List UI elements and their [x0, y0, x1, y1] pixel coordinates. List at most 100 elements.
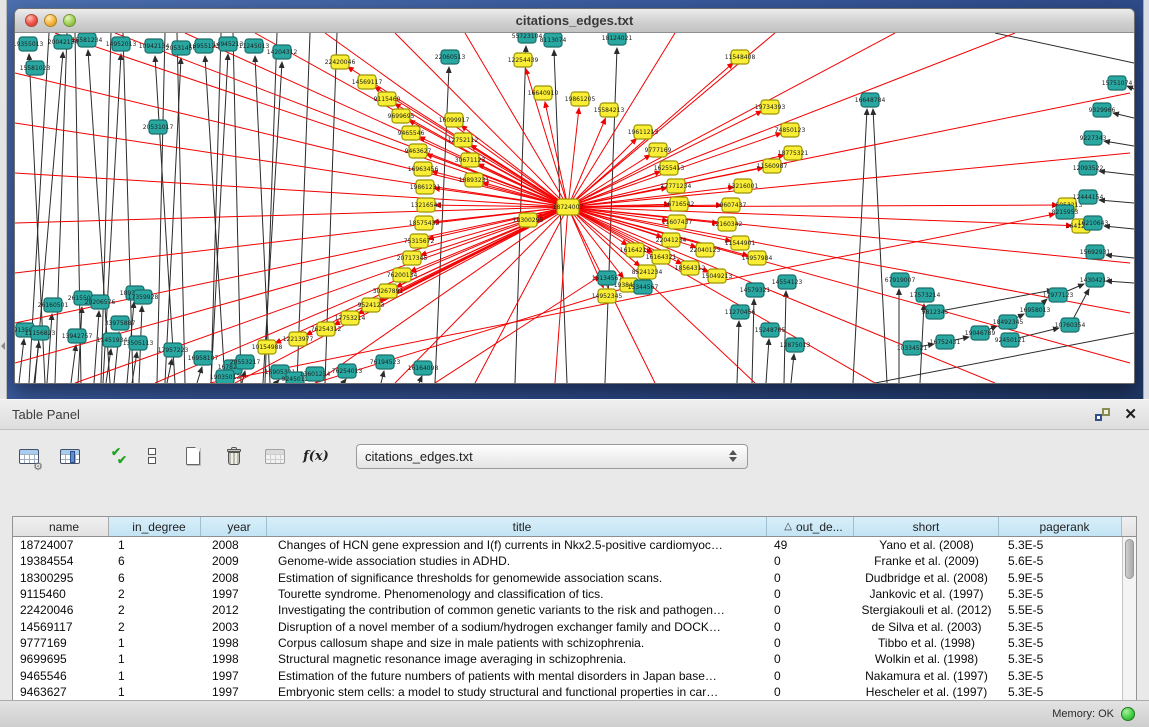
table-row[interactable]: 977716911998Corpus callosum shape and si…	[13, 635, 1136, 651]
graph-node[interactable]: 9329966	[1089, 103, 1116, 117]
table-row[interactable]: 1456911722003Disruption of a novel membe…	[13, 618, 1136, 634]
function-icon[interactable]: f(x)	[301, 441, 331, 471]
graph-node[interactable]: 17771234	[661, 179, 692, 193]
graph-node[interactable]: 15692931	[1080, 245, 1111, 259]
trash-icon[interactable]	[219, 441, 249, 471]
graph-node[interactable]: 15751074	[1102, 76, 1133, 90]
graph-node[interactable]: 9227343	[1080, 131, 1107, 145]
graph-node[interactable]: 16099917	[439, 113, 470, 127]
graph-node[interactable]: 11245013	[239, 39, 270, 53]
table-column-icon[interactable]	[55, 441, 85, 471]
float-panel-icon[interactable]	[1095, 408, 1110, 421]
graph-node[interactable]: 8215953	[1052, 205, 1079, 219]
graph-node[interactable]: 16963456	[408, 162, 439, 176]
close-window-button[interactable]	[25, 14, 38, 27]
column-header-name[interactable]: name	[13, 517, 109, 536]
graph-node[interactable]: 14569117	[352, 75, 383, 89]
graph-node[interactable]: 17573214	[910, 288, 941, 302]
graph-node[interactable]: 14579321	[740, 283, 771, 297]
graph-node[interactable]: 16958013	[1020, 303, 1051, 317]
table-row[interactable]: 1938455462009Genome-wide association stu…	[13, 553, 1136, 569]
graph-node[interactable]: 10760354	[1055, 318, 1086, 332]
graph-node[interactable]: 19611213	[628, 125, 659, 139]
stacked-boxes-icon[interactable]	[137, 441, 167, 471]
table-row[interactable]: 2242004622012Investigating the contribut…	[13, 602, 1136, 618]
graph-node[interactable]: 22040123	[690, 243, 721, 257]
table-row[interactable]: 946362711997Embryonic stem cells: a mode…	[13, 684, 1136, 700]
column-header-title[interactable]: title	[267, 517, 767, 536]
graph-node[interactable]: 18124021	[602, 33, 633, 45]
table-gear-icon[interactable]: ⚙	[14, 441, 44, 471]
graph-node[interactable]: 67919007	[885, 273, 916, 287]
graph-node[interactable]: 16640910	[528, 86, 559, 100]
graph-node[interactable]: 16164098	[408, 361, 439, 375]
graph-node[interactable]: 12254439	[508, 53, 539, 67]
graph-node[interactable]: 9463627	[405, 144, 432, 158]
scrollbar-thumb[interactable]	[1125, 539, 1134, 579]
column-header-year[interactable]: year	[201, 517, 267, 536]
graph-node[interactable]: 20531017	[143, 120, 174, 134]
graph-node[interactable]: 8113074	[540, 33, 567, 47]
graph-node[interactable]: 19861231	[410, 180, 441, 194]
close-panel-icon[interactable]: ✕	[1124, 407, 1137, 422]
graph-node[interactable]: 16164321	[646, 250, 677, 264]
collapse-arrow-icon[interactable]	[1, 342, 5, 350]
graph-node[interactable]: 12093522	[1073, 161, 1104, 175]
graph-node[interactable]: 18775321	[778, 146, 809, 160]
graph-node[interactable]: 16958107	[188, 351, 219, 365]
column-header-in_degree[interactable]: in_degree	[109, 517, 201, 536]
left-panel-edge[interactable]	[0, 0, 7, 399]
graph-node[interactable]: 76254013	[332, 364, 363, 378]
column-header-out_degree[interactable]: △out_de...	[767, 517, 854, 536]
table-row[interactable]: 911546021997Tourette syndrome. Phenomeno…	[13, 586, 1136, 602]
table-row[interactable]: 1830029562008Estimation of significance …	[13, 570, 1136, 586]
graph-node[interactable]: 20717345	[397, 251, 428, 265]
graph-node[interactable]: 19861205	[565, 92, 596, 106]
graph-node[interactable]: 14952345	[592, 289, 623, 303]
graph-node[interactable]: 19355013	[15, 37, 43, 51]
graph-node[interactable]: 15584213	[594, 103, 625, 117]
network-canvas[interactable]: 1830029522420046145691179115460969969594…	[15, 33, 1134, 383]
graph-node[interactable]: 16648784	[855, 93, 886, 107]
table-selector-dropdown[interactable]: citations_edges.txt	[356, 444, 748, 469]
right-panel-edge[interactable]	[1143, 0, 1149, 399]
window-titlebar[interactable]: citations_edges.txt	[15, 9, 1134, 33]
select-checks-icon[interactable]: ✔✔	[96, 441, 126, 471]
graph-node[interactable]: 16716542	[664, 197, 695, 211]
graph-node[interactable]: 12160342	[712, 217, 743, 231]
table-row[interactable]: 969969511998Structural magnetic resonanc…	[13, 651, 1136, 667]
graph-node[interactable]: 14554123	[772, 275, 803, 289]
graph-node[interactable]: 13505113	[123, 336, 154, 350]
graph-node[interactable]: 14204312	[267, 45, 298, 59]
graph-node[interactable]: 9115460	[374, 92, 401, 106]
new-page-icon[interactable]	[178, 441, 208, 471]
graph-node[interactable]: 11548408	[725, 50, 756, 64]
graph-node[interactable]: 15248765	[755, 323, 786, 337]
graph-node[interactable]: 55723104	[512, 33, 543, 43]
graph-node[interactable]: 18575432	[409, 216, 440, 230]
table-scrollbar[interactable]	[1122, 537, 1136, 700]
graph-node[interactable]: 22060513	[435, 50, 466, 64]
graph-node[interactable]: 22420046	[325, 55, 356, 69]
graph-node[interactable]: 92450121	[995, 333, 1026, 347]
graph-node[interactable]: 9465546	[398, 126, 425, 140]
graph-node[interactable]: 13216543	[411, 198, 442, 212]
graph-node[interactable]: 11544901	[725, 236, 756, 250]
graph-node[interactable]: 15581023	[20, 61, 51, 75]
minimize-window-button[interactable]	[44, 14, 57, 27]
graph-node[interactable]: 14304213	[1080, 273, 1111, 287]
column-header-short[interactable]: short	[854, 517, 999, 536]
graph-node[interactable]: 9524123	[358, 298, 385, 312]
graph-node[interactable]: 9812345	[922, 305, 949, 319]
graph-node[interactable]: 11270456	[725, 305, 756, 319]
table-row[interactable]: 1872400712008Changes of HCN gene express…	[13, 537, 1136, 553]
graph-node[interactable]: 85241234	[632, 265, 663, 279]
zoom-window-button[interactable]	[63, 14, 76, 27]
graph-node[interactable]: 9777169	[645, 143, 672, 157]
table-row[interactable]: 946554611997Estimation of the future num…	[13, 667, 1136, 683]
column-header-pagerank[interactable]: pagerank	[999, 517, 1122, 536]
graph-node[interactable]: 18724007	[553, 199, 584, 215]
graph-node[interactable]: 13942757	[62, 329, 93, 343]
graph-node[interactable]: 9699695	[388, 109, 415, 123]
graph-node[interactable]: 10607437	[716, 198, 747, 212]
